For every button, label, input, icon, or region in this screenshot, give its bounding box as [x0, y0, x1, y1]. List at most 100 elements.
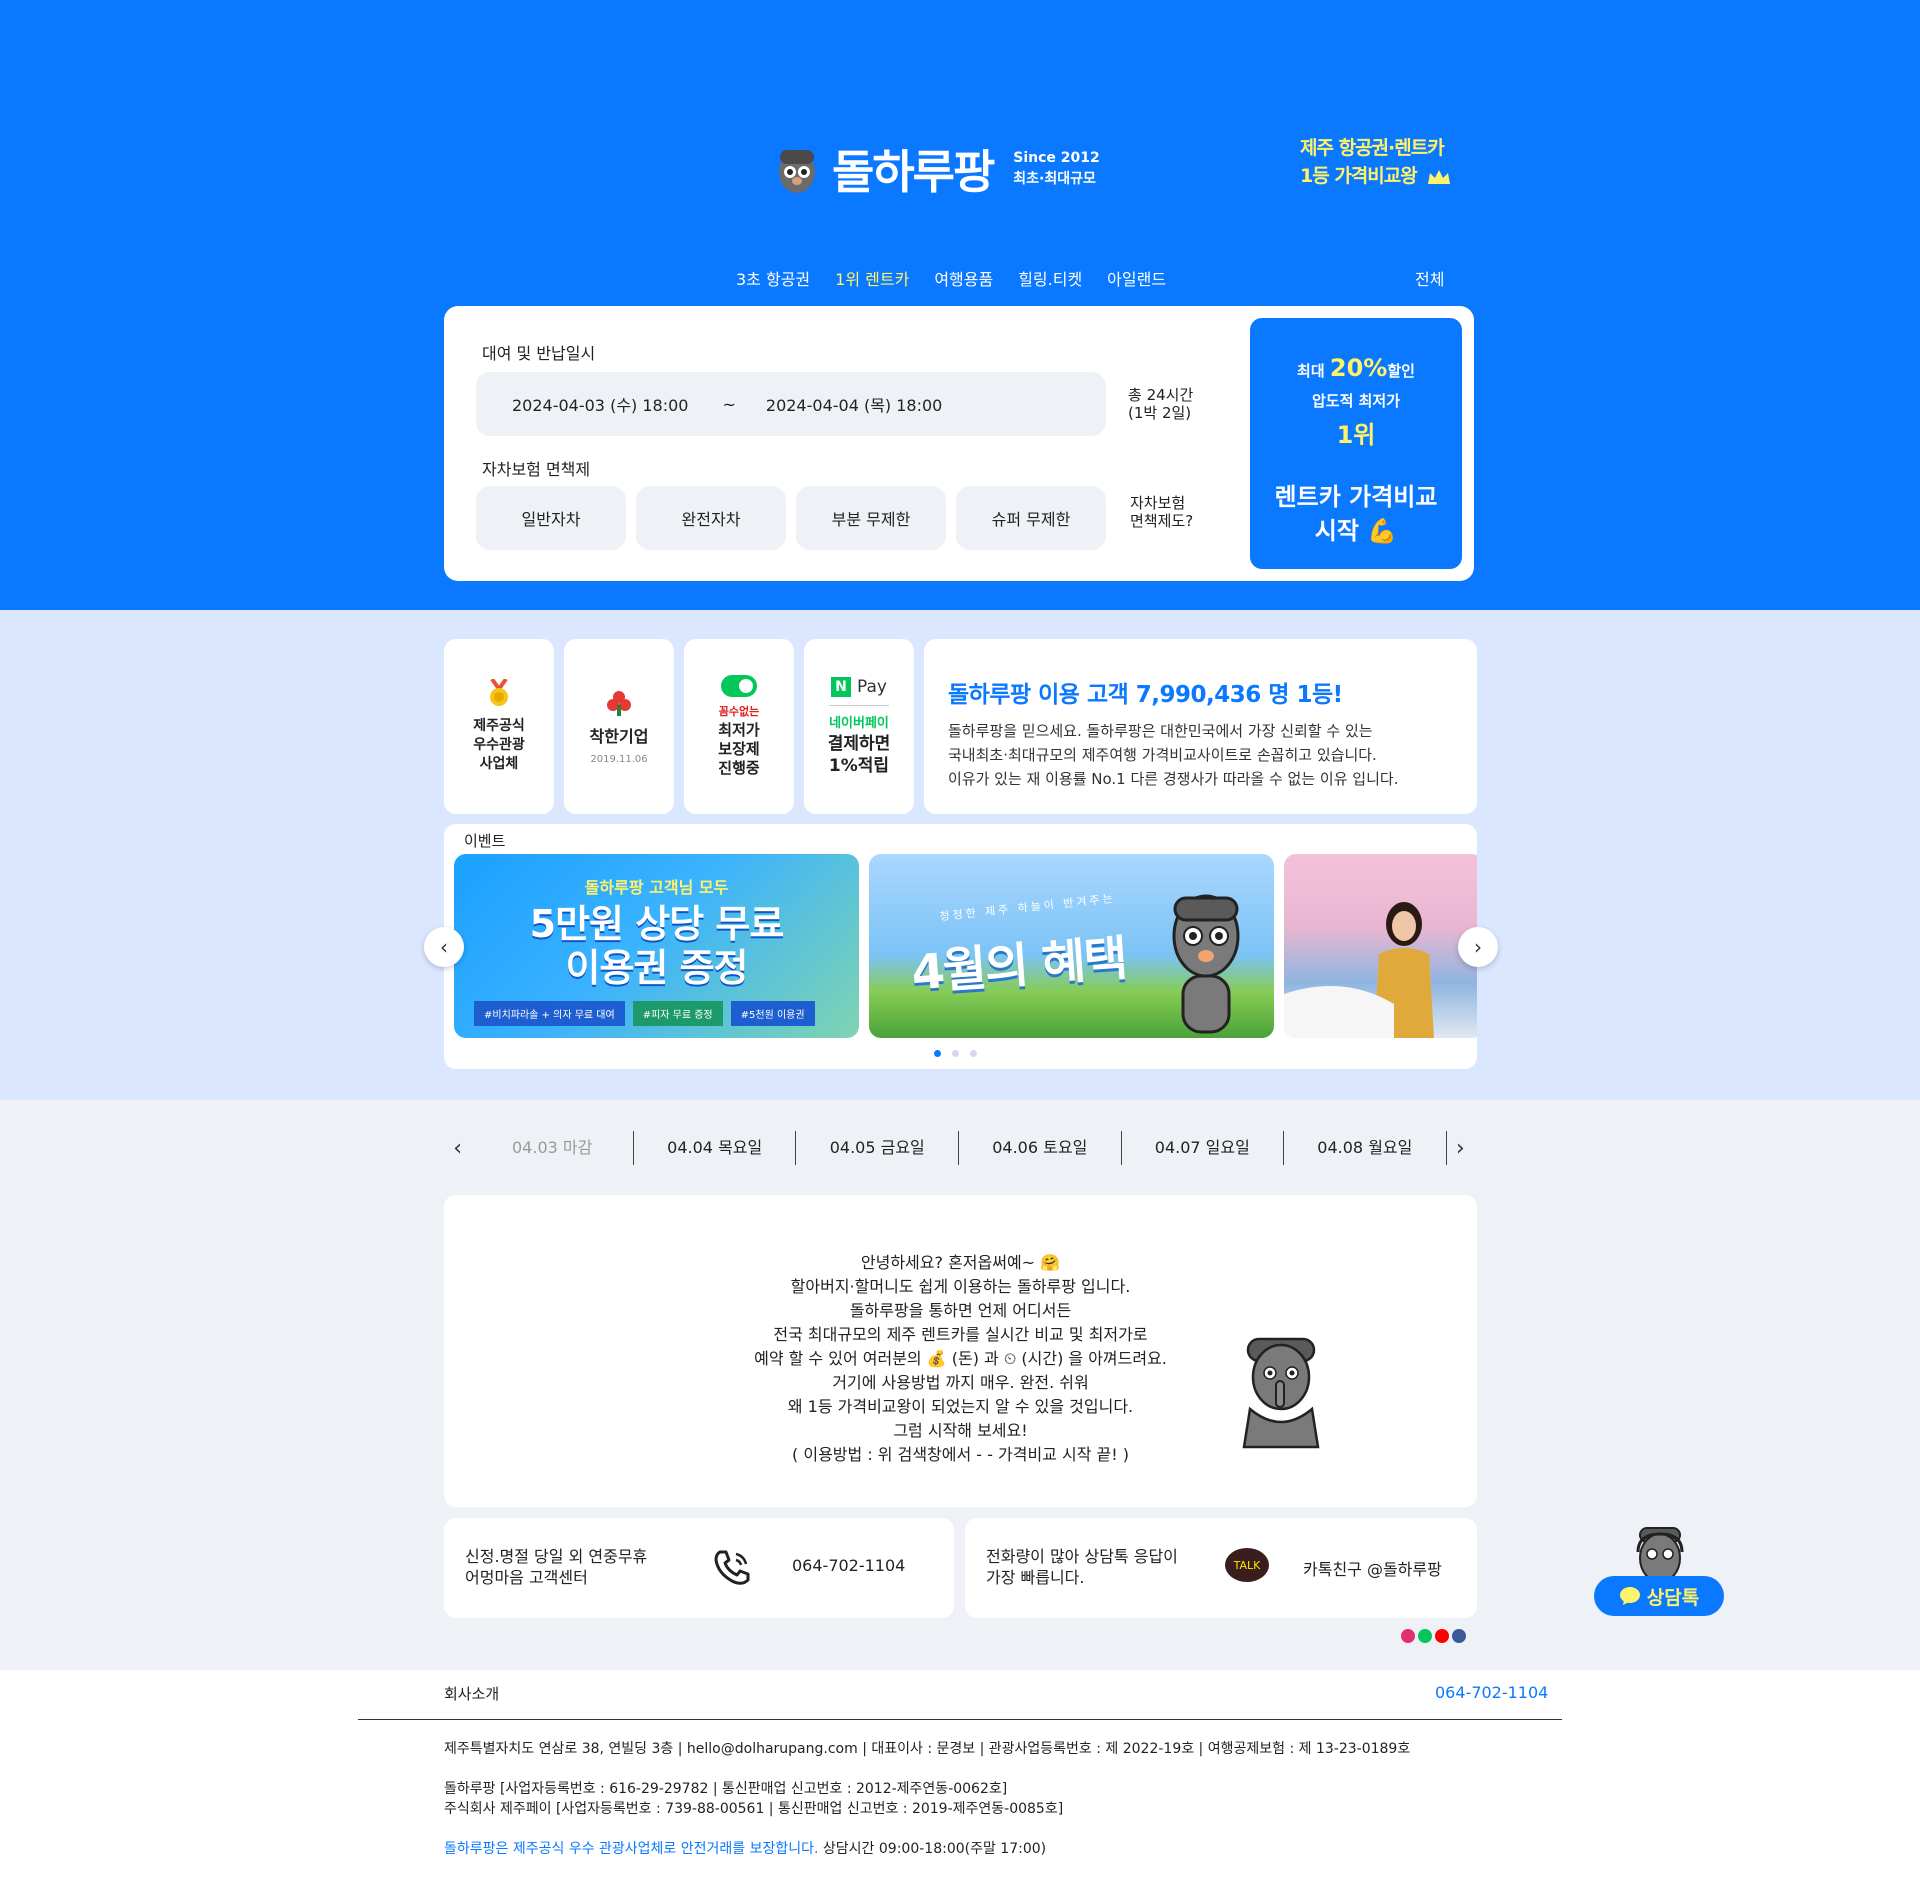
events-carousel: 이벤트 돌하루팡 고객님 모두 5만원 상당 무료 이용권 증정 #비치파라솔 … — [444, 824, 1477, 1069]
banner1-tag: #비치파라솔 + 의자 무료 대여 — [474, 1001, 625, 1026]
footer-divider — [358, 1719, 1562, 1720]
tagline: 제주 항공권·렌트카 1등 가격비교왕 — [1300, 134, 1452, 190]
date-tab[interactable]: 04.04 목요일 — [634, 1131, 797, 1165]
youtube-icon[interactable] — [1435, 1629, 1449, 1643]
date-tab[interactable]: 04.06 토요일 — [959, 1131, 1122, 1165]
naverpay-logo: N Pay — [831, 676, 887, 697]
since-label: Since 2012 — [1013, 150, 1100, 166]
floating-chat-button[interactable]: 상담톡 — [1594, 1524, 1724, 1684]
pagination-dot[interactable] — [970, 1050, 977, 1057]
cta-rank: 1위 — [1336, 421, 1376, 449]
footer-business-info-2: 주식회사 제주페이 [사업자등록번호 : 739-88-00561 | 통신판매… — [444, 1801, 1064, 1817]
intro-line: 그럼 시작해 보세요! — [893, 1421, 1028, 1440]
kakao-talk-card: 전화량이 많아 상담톡 응답이 가장 빠릅니다. TALK 카톡친구 @돌하루팡 — [965, 1518, 1477, 1618]
insurance-partial-unlimited-button[interactable]: 부분 무제한 — [796, 486, 946, 550]
date-next-button[interactable]: › — [1447, 1136, 1474, 1161]
carousel-next-button[interactable]: › — [1458, 927, 1498, 967]
date-tab[interactable]: 04.08 월요일 — [1284, 1131, 1447, 1165]
nav-item-island[interactable]: 아일랜드 — [1107, 266, 1166, 290]
chat-bubble-icon — [1619, 1587, 1640, 1605]
cta-title-line2: 시작 💪 — [1314, 517, 1398, 545]
date-prev-button[interactable]: ‹ — [444, 1136, 471, 1161]
chat-label: 상담톡 — [1646, 1586, 1700, 1609]
intro-text: 안녕하세요? 혼저옵써예~ 🤗 할아버지·할머니도 쉽게 이용하는 돌하루팡 입… — [444, 1251, 1477, 1467]
end-datetime[interactable]: 2024-04-04 (목) 18:00 — [766, 392, 942, 416]
insurance-basic-button[interactable]: 일반자차 — [476, 486, 626, 550]
insurance-super-unlimited-button[interactable]: 슈퍼 무제한 — [956, 486, 1106, 550]
kakao-friend-link[interactable]: 카톡친구 @돌하루팡 — [1303, 1556, 1442, 1580]
events-title: 이벤트 — [464, 832, 506, 850]
woman-photo — [1284, 902, 1434, 1038]
badge-good-company: 착한기업 2019.11.06 — [564, 639, 674, 814]
cta-lowest: 압도적 최저가 — [1311, 392, 1401, 410]
pagination-dot[interactable] — [952, 1050, 959, 1057]
nav-item-flights[interactable]: 3초 항공권 — [736, 266, 810, 290]
customer-center-card: 신정.명절 당일 외 연중무휴 어멍마음 고객센터 064-702-1104 — [444, 1518, 954, 1618]
date-tab[interactable]: 04.05 금요일 — [796, 1131, 959, 1165]
badge-official-text: 제주공식 우수관광 사업체 — [473, 718, 525, 772]
nav-all-button[interactable]: 전체 — [1415, 266, 1444, 290]
total-hours: 총 24시간 — [1128, 386, 1194, 404]
banner1-main: 5만원 상당 무료 이용권 증정 — [454, 902, 859, 990]
customer-center-line1: 신정.명절 당일 외 연중무휴 — [465, 1547, 648, 1566]
instagram-icon[interactable] — [1401, 1629, 1415, 1643]
insurance-full-button[interactable]: 완전자차 — [636, 486, 786, 550]
date-range-picker[interactable]: 2024-04-03 (수) 18:00 ~ 2024-04-04 (목) 18… — [476, 372, 1106, 436]
customer-center-phone[interactable]: 064-702-1104 — [792, 1556, 905, 1575]
footer-phone[interactable]: 064-702-1104 — [1435, 1683, 1548, 1702]
naver-blog-icon[interactable] — [1418, 1629, 1432, 1643]
badge-naverpay: N Pay 네이버페이 결제하면 1%적립 — [804, 639, 914, 814]
nav-item-travel-goods[interactable]: 여행용품 — [934, 266, 993, 290]
badge-lowest-price-text: 최저가 보장제 진행중 — [718, 721, 760, 777]
insurance-help-link[interactable]: 자차보험 면책제도? — [1130, 494, 1193, 530]
badge-good-company-date: 2019.11.06 — [590, 753, 648, 765]
main-nav: 3초 항공권 1위 렌트카 여행용품 힐링.티켓 아일랜드 — [736, 266, 1166, 290]
info-line2: 국내최초·최대규모의 제주여행 가격비교사이트로 손꼽히고 있습니다. — [948, 746, 1377, 764]
start-datetime[interactable]: 2024-04-03 (수) 18:00 — [512, 392, 688, 416]
date-tab[interactable]: 04.03 마감 — [471, 1131, 634, 1165]
nav-item-tickets[interactable]: 힐링.티켓 — [1018, 266, 1082, 290]
badge-naverpay-text: 결제하면 1%적립 — [827, 733, 891, 776]
medal-icon — [490, 679, 508, 706]
facebook-icon[interactable] — [1452, 1629, 1466, 1643]
date-tabs: ‹ 04.03 마감 04.04 목요일 04.05 금요일 04.06 토요일… — [444, 1130, 1474, 1166]
compare-start-button[interactable]: 최대 20%할인 압도적 최저가 1위 렌트카 가격비교 시작 💪 — [1250, 318, 1462, 569]
nav-item-rentcar[interactable]: 1위 렌트카 — [835, 266, 909, 290]
date-tab[interactable]: 04.07 일요일 — [1122, 1131, 1285, 1165]
mascot-headset-icon — [1636, 1527, 1684, 1583]
site-logo[interactable]: 돌하루팡 Since 2012 최초·최대규모 — [776, 136, 1100, 202]
info-line3: 이유가 있는 재 이용률 No.1 다른 경쟁사가 따라올 수 없는 이유 입니… — [948, 770, 1399, 788]
intro-line: ( 이용방법 : 위 검색창에서 - - 가격비교 시작 끝! ) — [792, 1445, 1129, 1464]
banner1-main-line2: 이용권 증정 — [565, 946, 748, 990]
footer-guarantee-blue: 돌하루팡은 제주공식 우수 관광사업체로 안전거래를 보장합니다. — [444, 1841, 819, 1857]
intro-line: 예약 할 수 있어 여러분의 💰 (돈) 과 ⏲ (시간) 을 아껴드려요. — [754, 1349, 1167, 1368]
cta-discount-pct: 20% — [1329, 354, 1388, 382]
footer-about-link[interactable]: 회사소개 — [444, 1683, 499, 1704]
carousel-prev-button[interactable]: ‹ — [424, 927, 464, 967]
cta-discount-pre: 최대 — [1297, 362, 1330, 380]
pagination-dot[interactable] — [934, 1050, 941, 1057]
customer-count-headline: 돌하루팡 이용 고객 7,990,436 명 1등! — [948, 682, 1343, 708]
event-banner-free-voucher[interactable]: 돌하루팡 고객님 모두 5만원 상당 무료 이용권 증정 #비치파라솔 + 의자… — [454, 854, 859, 1038]
event-banner-april[interactable]: 청정한 제주 하늘이 반겨주는 4월의 혜택 — [869, 854, 1274, 1038]
crown-icon — [1428, 169, 1451, 184]
banner1-top: 돌하루팡 고객님 모두 — [584, 878, 729, 897]
intro-line: 안녕하세요? 혼저옵써예~ 🤗 — [860, 1253, 1061, 1272]
footer-hours: 상담시간 09:00-18:00(주말 17:00) — [818, 1841, 1047, 1857]
clover-icon — [607, 690, 631, 716]
banner1-main-line1: 5만원 상당 무료 — [529, 902, 785, 946]
tagline-line1: 제주 항공권·렌트카 — [1300, 137, 1445, 159]
intro-line: 할아버지·할머니도 쉽게 이용하는 돌하루팡 입니다. — [790, 1277, 1131, 1296]
kakao-talk-icon[interactable]: TALK — [1225, 1548, 1269, 1582]
total-duration: 총 24시간 (1박 2일) — [1128, 386, 1193, 422]
footer-company-info: 제주특별자치도 연삼로 38, 연빌딩 3층 | hello@dolharupa… — [444, 1741, 1411, 1757]
carousel-pagination — [934, 1050, 977, 1057]
toggle-icon — [721, 675, 757, 697]
insurance-help-line2: 면책제도? — [1130, 512, 1194, 530]
kakao-desc: 전화량이 많아 상담톡 응답이 가장 빠릅니다. — [986, 1546, 1178, 1588]
chat-pill[interactable]: 상담톡 — [1594, 1576, 1724, 1616]
phone-icon — [714, 1550, 750, 1585]
insurance-options: 일반자차 완전자차 부분 무제한 슈퍼 무제한 — [476, 486, 1106, 550]
cta-title: 렌트카 가격비교 시작 💪 — [1250, 480, 1462, 548]
event-banner-cherry-blossom[interactable] — [1284, 854, 1477, 1038]
